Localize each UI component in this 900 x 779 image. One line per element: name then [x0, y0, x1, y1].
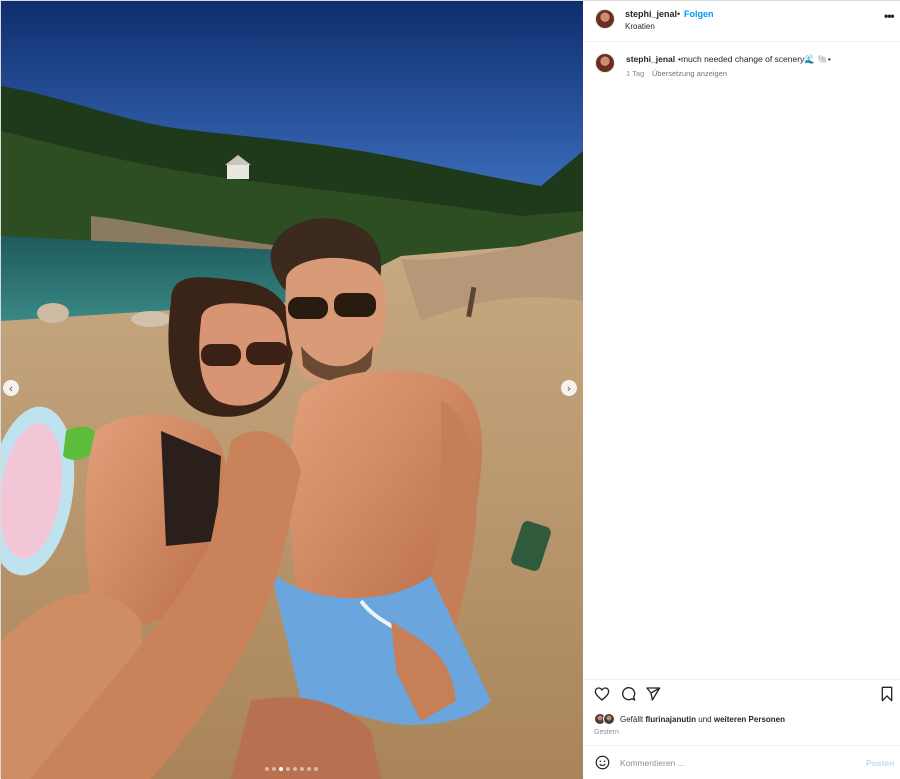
carousel-indicator [265, 767, 318, 771]
translate-link[interactable]: Übersetzung anzeigen [652, 69, 727, 78]
comment-icon[interactable] [620, 686, 636, 702]
likes-summary[interactable]: Gefällt flurinajanutin und weiteren Pers… [620, 715, 785, 724]
share-icon[interactable] [645, 686, 661, 702]
post-location[interactable]: Kroatien [625, 22, 655, 31]
carousel-dot [286, 767, 290, 771]
beach-selfie-image [1, 1, 583, 779]
post-sidebar: stephi_jenal • Folgen Kroatien ••• steph… [584, 1, 900, 779]
carousel-dot [279, 767, 283, 771]
header-separator: • [677, 9, 681, 19]
post-photo[interactable]: ‹ › [1, 1, 583, 779]
bookmark-icon[interactable] [879, 686, 895, 702]
carousel-dot [307, 767, 311, 771]
post-date[interactable]: Gestern [594, 729, 619, 736]
likes-joiner: und [698, 715, 712, 724]
post-comment-button[interactable]: Posten [866, 758, 894, 768]
carousel-dot [300, 767, 304, 771]
comment-input[interactable] [620, 756, 850, 770]
post-dialog: ‹ › stephi_jenal • Folgen Kroatien ••• s… [0, 0, 900, 779]
caption-timestamp: 1 Tag [626, 69, 645, 78]
heart-icon[interactable] [594, 686, 610, 702]
more-options-icon[interactable]: ••• [884, 9, 895, 23]
likes-others[interactable]: weiteren Personen [714, 715, 785, 724]
emoji-icon[interactable] [595, 755, 610, 770]
carousel-dot [314, 767, 318, 771]
post-header: stephi_jenal • Folgen Kroatien ••• [584, 1, 900, 42]
author-username[interactable]: stephi_jenal [625, 9, 677, 19]
caption-author-avatar[interactable] [595, 53, 615, 73]
carousel-dot [272, 767, 276, 771]
follow-button[interactable]: Folgen [684, 9, 714, 19]
previous-slide-button[interactable]: ‹ [3, 380, 19, 396]
likes-prefix: Gefällt [620, 715, 644, 724]
caption-text: •much needed change of scenery🌊 🐚• [678, 54, 831, 64]
liker-avatar-2[interactable] [603, 713, 615, 725]
author-avatar[interactable] [595, 9, 615, 29]
next-slide-button[interactable]: › [561, 380, 577, 396]
carousel-dot [265, 767, 269, 771]
likes-user[interactable]: flurinajanutin [645, 715, 696, 724]
carousel-dot [293, 767, 297, 771]
caption-username[interactable]: stephi_jenal [626, 54, 675, 64]
